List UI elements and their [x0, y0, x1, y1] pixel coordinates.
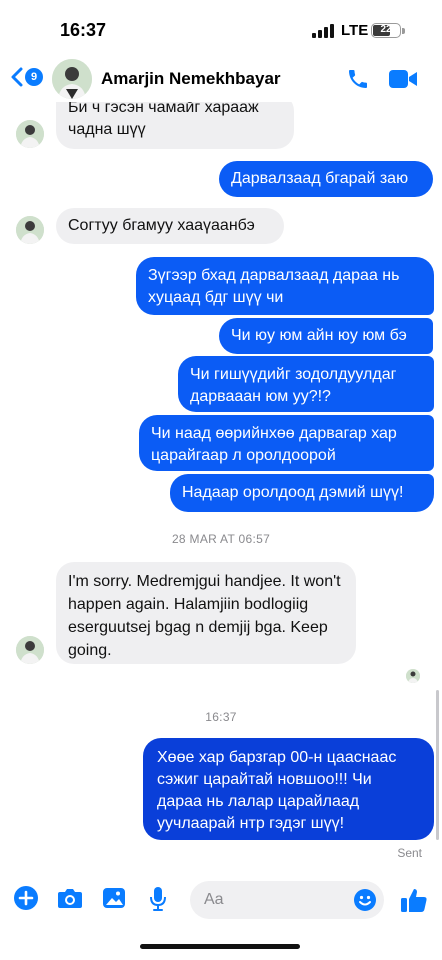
- person-icon: [52, 59, 92, 99]
- message-bubble-outgoing[interactable]: Зүгээр бхад дарвалзаад дараа нь хуцаад б…: [136, 257, 434, 315]
- message-bubble-outgoing[interactable]: Чи гишүүдийг зодолдуулдаг дарвааан юм уу…: [178, 356, 434, 412]
- message-input[interactable]: Aa: [190, 881, 384, 919]
- unread-count-badge: 9: [25, 68, 43, 86]
- message-bubble-outgoing[interactable]: Чи наад өөрийнхөө дарвагар хар царайгаар…: [139, 415, 434, 471]
- scrollbar[interactable]: [436, 690, 439, 840]
- message-composer: Aa: [0, 874, 442, 926]
- message-bubble-outgoing[interactable]: Надаар оролдоод дэмий шүү!: [170, 474, 434, 512]
- home-indicator[interactable]: [140, 944, 300, 949]
- sent-status: Sent: [397, 846, 422, 860]
- network-label: LTE: [341, 22, 369, 39]
- sender-avatar: [16, 120, 44, 148]
- plus-circle-icon[interactable]: [14, 886, 38, 910]
- person-icon: [406, 669, 420, 683]
- message-input-placeholder: Aa: [204, 891, 224, 908]
- person-icon: [16, 216, 44, 244]
- chat-header: 9 Amarjin Nemekhbayar: [0, 56, 442, 102]
- timestamp-divider: 16:37: [205, 710, 237, 724]
- person-icon: [16, 636, 44, 664]
- status-time: 16:37: [60, 20, 107, 40]
- camera-icon[interactable]: [57, 886, 83, 910]
- sender-avatar: [16, 216, 44, 244]
- timestamp-divider: 28 MAR AT 06:57: [171, 532, 271, 546]
- message-bubble-outgoing[interactable]: Хөөе хар барзгар 00-н цааснаас сэжиг цар…: [143, 738, 434, 840]
- message-bubble-outgoing[interactable]: Дарвалзаад бгарай заю: [219, 161, 433, 197]
- person-icon: [16, 120, 44, 148]
- contact-name[interactable]: Amarjin Nemekhbayar: [101, 69, 281, 89]
- contact-avatar[interactable]: [52, 59, 92, 99]
- chevron-left-icon: [11, 67, 23, 87]
- video-camera-icon[interactable]: [388, 68, 418, 90]
- status-bar: 16:37 LTE 22: [0, 0, 442, 56]
- thumbs-up-icon[interactable]: [400, 887, 428, 913]
- back-button[interactable]: 9: [10, 66, 43, 88]
- battery-icon: 22: [371, 23, 401, 38]
- message-bubble-incoming[interactable]: Согтуу бгамуу хааүаанбэ: [56, 208, 284, 244]
- sender-avatar: [16, 636, 44, 664]
- signal-icon: [312, 24, 334, 38]
- phone-icon[interactable]: [346, 67, 370, 91]
- read-receipt-avatar: [406, 669, 420, 683]
- gallery-icon[interactable]: [102, 886, 126, 910]
- message-bubble-outgoing[interactable]: Чи юу юм айн юу юм бэ: [219, 318, 433, 354]
- emoji-icon[interactable]: [353, 888, 377, 912]
- battery-percent: 22: [380, 24, 392, 35]
- microphone-icon[interactable]: [149, 886, 167, 912]
- message-bubble-incoming[interactable]: I'm sorry. Medremjgui handjee. It won't …: [56, 562, 356, 664]
